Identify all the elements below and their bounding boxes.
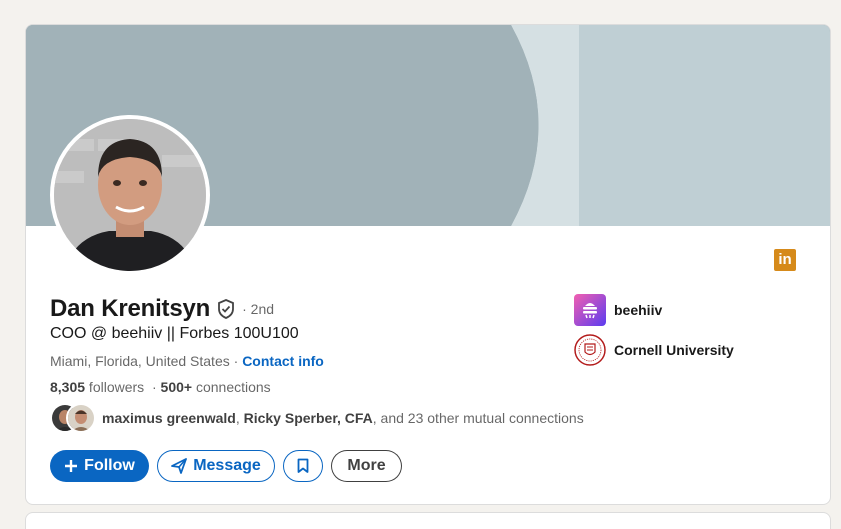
more-label: More <box>347 457 386 474</box>
location-separator: · <box>229 353 243 369</box>
profile-photo[interactable] <box>50 115 210 275</box>
org-cornell[interactable]: Cornell University <box>574 334 734 366</box>
verified-shield-icon[interactable] <box>216 299 236 319</box>
profile-card: in Dan Krenitsyn · 2nd COO @ beehiiv || … <box>25 24 831 505</box>
message-button[interactable]: Message <box>157 450 275 482</box>
profile-location: Miami, Florida, United States <box>50 353 230 369</box>
followers-label: followers <box>85 379 145 395</box>
name-row: Dan Krenitsyn · 2nd <box>50 295 274 323</box>
connections-label: connections <box>192 379 271 395</box>
mutual-separator: , <box>235 410 244 426</box>
action-buttons: Follow Message More <box>50 450 410 482</box>
followers-count: 8,305 <box>50 379 86 395</box>
mutual-name-2: Ricky Sperber, CFA <box>243 410 373 426</box>
mutual-connections[interactable]: maximus greenwald, Ricky Sperber, CFA, a… <box>50 403 584 433</box>
followers-link[interactable]: 8,305 followers <box>50 379 144 395</box>
mutual-suffix: , and 23 other mutual connections <box>372 410 584 426</box>
follow-button[interactable]: Follow <box>50 450 149 482</box>
org-beehiiv[interactable]: beehiiv <box>574 294 662 326</box>
profile-name: Dan Krenitsyn <box>50 295 211 322</box>
next-section-card <box>25 512 831 529</box>
follow-label: Follow <box>84 457 135 474</box>
stats-row: 8,305 followers · 500+ connections <box>50 379 271 395</box>
connection-degree: · 2nd <box>242 301 275 317</box>
connections-link[interactable]: 500+ connections <box>161 379 271 395</box>
cornell-seal <box>574 334 606 366</box>
send-icon <box>171 458 188 474</box>
connections-count: 500+ <box>160 379 193 395</box>
plus-icon <box>64 459 78 473</box>
location-row: Miami, Florida, United States · Contact … <box>50 353 324 369</box>
profile-headline: COO @ beehiiv || Forbes 100U100 <box>50 325 299 342</box>
save-button[interactable] <box>283 450 323 482</box>
mutual-name-1: maximus greenwald <box>102 410 236 426</box>
org-name: Cornell University <box>614 342 734 358</box>
more-button[interactable]: More <box>331 450 402 482</box>
avatar <box>66 403 96 433</box>
mutual-avatars <box>50 403 98 433</box>
beehiiv-logo <box>574 294 606 326</box>
org-name: beehiiv <box>614 302 663 318</box>
bookmark-icon <box>297 458 309 474</box>
contact-info-link[interactable]: Contact info <box>242 353 324 369</box>
connections-prefix: · <box>144 379 161 395</box>
mutual-connections-text: maximus greenwald, Ricky Sperber, CFA, a… <box>102 410 584 426</box>
linkedin-icon[interactable]: in <box>774 249 796 271</box>
message-label: Message <box>193 457 261 474</box>
